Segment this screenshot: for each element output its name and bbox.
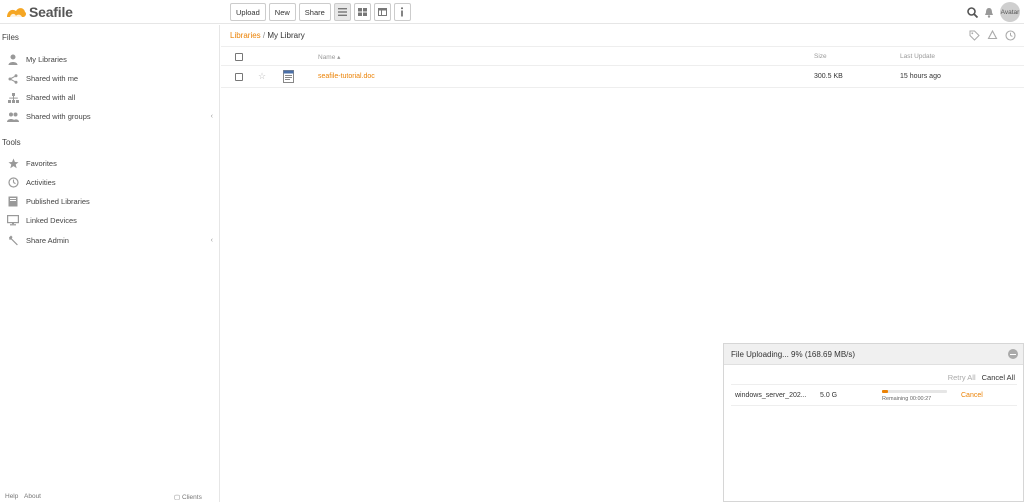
breadcrumb: Libraries / My Library bbox=[230, 31, 305, 40]
sidebar-item-label: Linked Devices bbox=[26, 216, 77, 225]
files-heading: Files bbox=[2, 33, 19, 42]
upload-dialog-header: File Uploading... 9% (168.69 MB/s) bbox=[724, 344, 1023, 365]
seafile-logo-icon bbox=[7, 8, 27, 17]
sidebar-item-shared-with-me[interactable]: Shared with me bbox=[0, 69, 219, 88]
group-icon bbox=[7, 111, 19, 123]
upload-file-name: windows_server_202... bbox=[735, 392, 807, 399]
sidebar-item-activities[interactable]: Activities bbox=[0, 173, 219, 192]
retry-all-button[interactable]: Retry All bbox=[948, 373, 976, 382]
wrench-icon bbox=[7, 235, 19, 247]
tag-icon[interactable] bbox=[969, 30, 980, 41]
chevron-left-icon[interactable]: ‹ bbox=[211, 113, 213, 120]
share-button[interactable]: Share bbox=[298, 3, 331, 21]
file-name-link[interactable]: seafile-tutorial.doc bbox=[318, 73, 375, 80]
sidebar-item-my-libraries[interactable]: My Libraries bbox=[0, 50, 219, 69]
clock-icon bbox=[7, 177, 19, 189]
top-bar: Seafile Upload New Share Avatar bbox=[0, 0, 1024, 24]
sidebar-item-label: Shared with all bbox=[26, 93, 76, 102]
breadcrumb-bar: Libraries / My Library bbox=[221, 25, 1024, 47]
chevron-left-icon[interactable]: ‹ bbox=[211, 237, 213, 244]
upload-item: windows_server_202... 5.0 G Remaining 00… bbox=[731, 384, 1017, 406]
clients-label: Clients bbox=[181, 494, 202, 501]
info-icon[interactable] bbox=[393, 3, 411, 21]
upload-dialog-title: File Uploading... 9% (168.69 MB/s) bbox=[731, 350, 856, 359]
app-name: Seafile bbox=[29, 4, 73, 20]
column-header-last-update[interactable]: Last Update bbox=[900, 53, 935, 60]
book-icon bbox=[7, 196, 19, 208]
toolbar: Upload New Share bbox=[230, 3, 411, 21]
upload-actions: Retry All Cancel All bbox=[948, 373, 1015, 382]
sidebar-item-label: Share Admin bbox=[26, 236, 69, 245]
sidebar-item-label: Shared with me bbox=[26, 74, 79, 83]
cancel-all-button[interactable]: Cancel All bbox=[982, 373, 1015, 382]
sidebar-item-shared-with-groups[interactable]: Shared with groups ‹ bbox=[0, 107, 219, 126]
minimize-icon[interactable] bbox=[1008, 349, 1018, 359]
file-size: 300.5 KB bbox=[814, 73, 843, 80]
share-icon bbox=[7, 73, 19, 85]
search-icon[interactable] bbox=[967, 6, 978, 18]
table-row[interactable]: ☆ seafile-tutorial.doc 300.5 KB 15 hours… bbox=[221, 66, 1024, 88]
star-icon bbox=[7, 158, 19, 170]
tools-heading: Tools bbox=[2, 138, 21, 147]
help-link[interactable]: Help bbox=[5, 493, 18, 500]
sidebar-item-label: Published Libraries bbox=[26, 197, 90, 206]
upload-file-size: 5.0 G bbox=[820, 392, 838, 399]
new-button[interactable]: New bbox=[268, 3, 296, 21]
user-icon bbox=[7, 54, 19, 66]
sidebar-item-share-admin[interactable]: Share Admin ‹ bbox=[0, 231, 219, 250]
sidebar-item-linked-devices[interactable]: Linked Devices bbox=[0, 211, 219, 230]
sidebar-item-favorites[interactable]: Favorites bbox=[0, 154, 219, 173]
sidebar-footer: Help About ▢ Clients bbox=[0, 493, 219, 502]
list-view-icon[interactable] bbox=[333, 3, 351, 21]
upload-progress-fill bbox=[882, 390, 888, 393]
about-link[interactable]: About bbox=[24, 493, 41, 500]
breadcrumb-separator: / bbox=[262, 31, 266, 40]
sidebar-item-published-libraries[interactable]: Published Libraries bbox=[0, 192, 219, 211]
sidebar-item-label: My Libraries bbox=[26, 55, 67, 64]
clients-link[interactable]: ▢ Clients bbox=[174, 493, 202, 501]
org-icon bbox=[7, 92, 19, 104]
upload-button[interactable]: Upload bbox=[230, 3, 266, 21]
table-header: Name ▴ Size Last Update bbox=[221, 48, 1024, 66]
star-icon[interactable]: ☆ bbox=[258, 71, 266, 82]
bell-icon[interactable] bbox=[984, 7, 994, 18]
grid-view-icon[interactable] bbox=[353, 3, 371, 21]
sidebar-item-label: Favorites bbox=[26, 159, 57, 168]
select-all-checkbox[interactable] bbox=[235, 53, 243, 61]
column-header-size[interactable]: Size bbox=[814, 53, 827, 60]
logo[interactable]: Seafile bbox=[5, 3, 73, 21]
clients-icon: ▢ bbox=[174, 494, 181, 501]
upload-progress-dialog: File Uploading... 9% (168.69 MB/s) Retry… bbox=[723, 343, 1024, 502]
sort-caret-icon: ▴ bbox=[337, 54, 341, 61]
breadcrumb-actions bbox=[969, 30, 1016, 41]
sidebar: Files My Libraries Shared with me Shared… bbox=[0, 25, 220, 502]
column-view-icon[interactable] bbox=[373, 3, 391, 21]
file-last-update: 15 hours ago bbox=[900, 73, 941, 80]
upload-progress-bar bbox=[882, 390, 947, 393]
sidebar-item-label: Shared with groups bbox=[26, 112, 91, 121]
column-header-name[interactable]: Name ▴ bbox=[318, 53, 340, 61]
history-icon[interactable] bbox=[1005, 30, 1016, 41]
monitor-icon bbox=[7, 215, 19, 227]
upload-remaining-time: Remaining 00:00:27 bbox=[882, 396, 932, 402]
recycle-icon[interactable] bbox=[987, 30, 998, 41]
breadcrumb-current: My Library bbox=[267, 31, 305, 40]
doc-file-icon bbox=[283, 70, 294, 83]
breadcrumb-libraries-link[interactable]: Libraries bbox=[230, 31, 261, 40]
sidebar-item-shared-with-all[interactable]: Shared with all bbox=[0, 88, 219, 107]
upload-cancel-button[interactable]: Cancel bbox=[961, 392, 983, 399]
row-checkbox[interactable] bbox=[235, 73, 243, 81]
header-right: Avatar bbox=[967, 2, 1020, 22]
sidebar-item-label: Activities bbox=[26, 178, 56, 187]
avatar[interactable]: Avatar bbox=[1000, 2, 1020, 22]
